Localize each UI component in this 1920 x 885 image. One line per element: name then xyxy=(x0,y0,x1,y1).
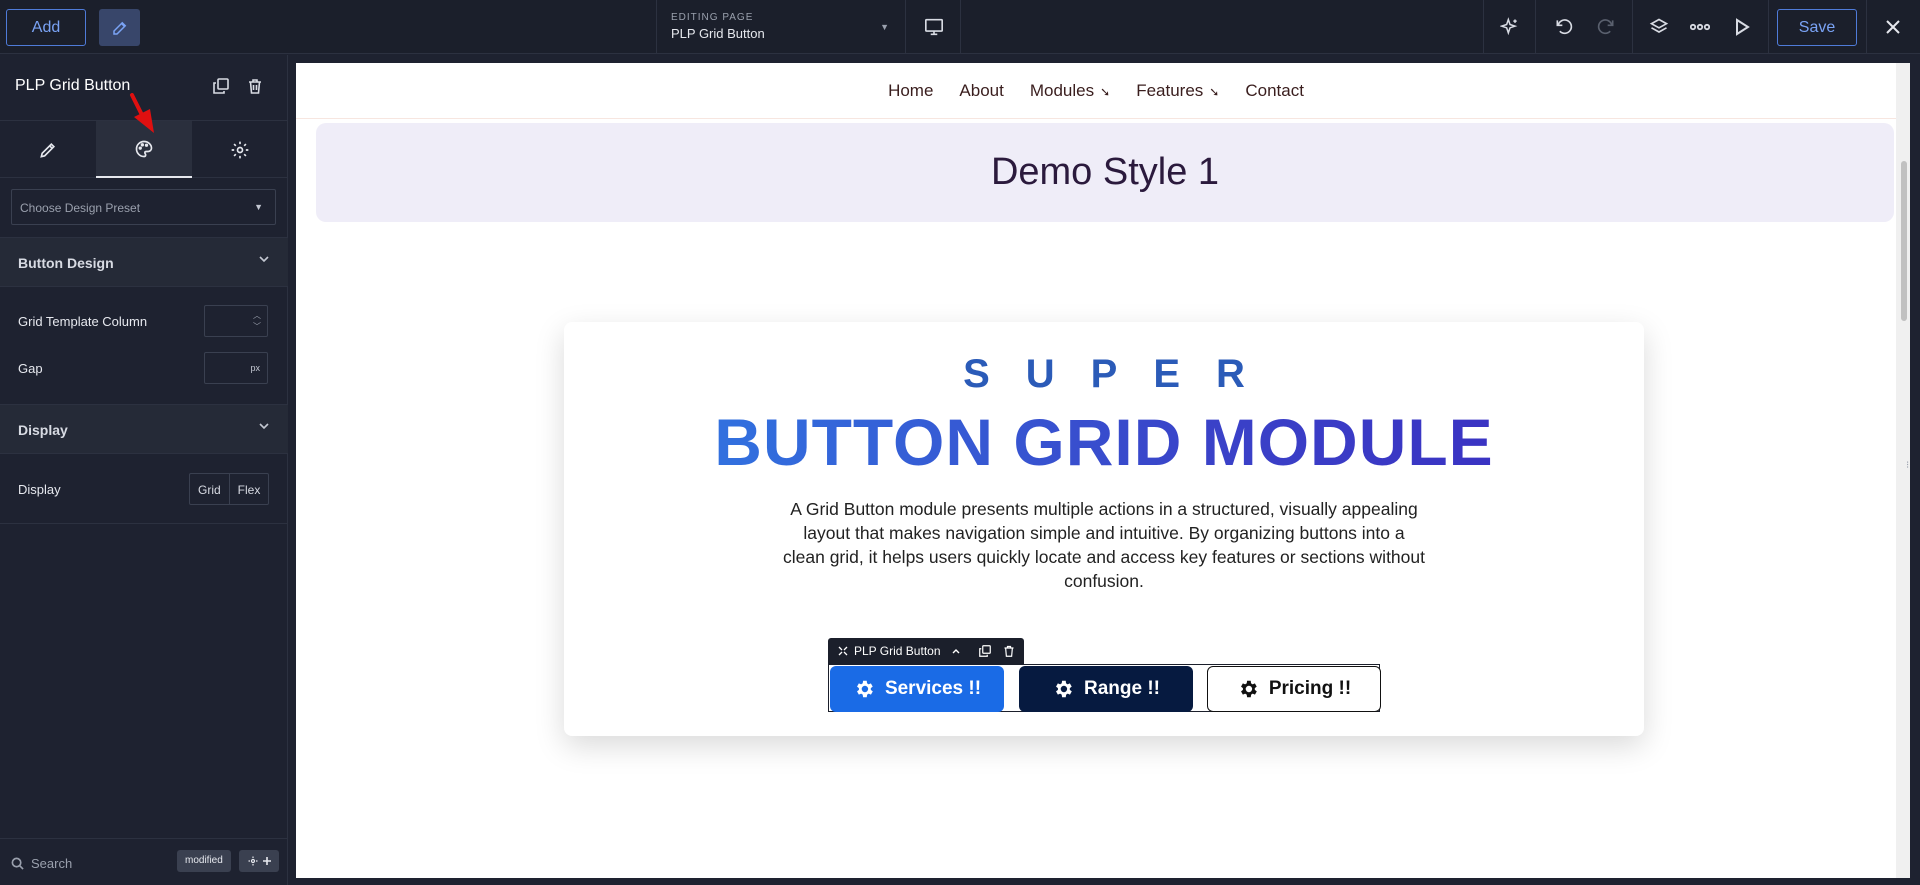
page-selector[interactable]: EDITING PAGE PLP Grid Button ▼ xyxy=(656,0,906,54)
arrow-down-right-icon: ➘ xyxy=(1100,84,1111,99)
plus-icon xyxy=(262,857,271,865)
display-label: Display xyxy=(18,482,61,497)
caret-down-icon: ▼ xyxy=(880,22,889,32)
display-option-flex[interactable]: Flex xyxy=(228,474,269,504)
pricing-button[interactable]: Pricing !! xyxy=(1207,666,1381,712)
module-toolbar[interactable]: PLP Grid Button xyxy=(828,638,1024,664)
duplicate-element-button[interactable] xyxy=(210,75,232,97)
page-name: PLP Grid Button xyxy=(671,26,765,41)
scrollbar-thumb[interactable] xyxy=(1901,161,1907,321)
top-toolbar: Add EDITING PAGE PLP Grid Button ▼ Save xyxy=(0,0,1920,54)
preset-placeholder: Choose Design Preset xyxy=(20,201,141,215)
close-icon xyxy=(1886,20,1900,34)
copy-icon xyxy=(213,78,229,94)
tab-content[interactable] xyxy=(0,121,96,178)
editing-page-label: EDITING PAGE xyxy=(671,12,754,23)
redo-icon xyxy=(1597,19,1614,35)
section-display[interactable]: Display xyxy=(0,404,288,454)
services-label: Services !! xyxy=(884,678,982,699)
nav-about[interactable]: About xyxy=(959,81,1003,101)
caret-down-icon: ▼ xyxy=(254,202,263,212)
demo-style-banner: Demo Style 1 xyxy=(316,123,1894,222)
delete-element-button[interactable] xyxy=(244,75,266,97)
add-button[interactable]: Add xyxy=(6,9,86,46)
design-preset-select[interactable]: Choose Design Preset ▼ xyxy=(11,189,276,225)
search-input[interactable]: Search xyxy=(31,856,72,871)
gap-label: Gap xyxy=(18,361,43,376)
module-tag-label: PLP Grid Button xyxy=(854,644,941,658)
main-heading: BUTTON GRID MODULE xyxy=(564,404,1644,480)
trash-icon xyxy=(249,79,261,94)
grid-template-column-input[interactable]: ︿ ﹀ xyxy=(204,305,268,337)
play-icon xyxy=(1736,18,1750,36)
module-description: A Grid Button module presents multiple a… xyxy=(783,499,1425,591)
demo-title: Demo Style 1 xyxy=(990,151,1220,193)
divider xyxy=(0,523,288,524)
gap-unit[interactable]: px xyxy=(250,363,260,373)
display-option-grid[interactable]: Grid xyxy=(190,474,229,504)
gear-icon xyxy=(1240,680,1257,698)
sparkle-icon xyxy=(1500,17,1518,36)
gear-icon xyxy=(231,141,249,158)
tab-advanced[interactable] xyxy=(192,121,288,178)
preview-button[interactable] xyxy=(1722,0,1762,54)
palette-icon xyxy=(135,140,153,157)
chevron-down-icon xyxy=(259,256,269,263)
chevron-up-icon[interactable] xyxy=(951,646,961,656)
more-options-button[interactable] xyxy=(1680,0,1720,54)
edit-icon xyxy=(112,21,126,35)
desktop-icon xyxy=(924,18,943,36)
modified-filter-badge[interactable]: modified xyxy=(177,850,231,872)
range-button[interactable]: Range !! xyxy=(1019,666,1193,712)
nav-contact[interactable]: Contact xyxy=(1245,81,1304,101)
stepper-icon[interactable]: ︿ ﹀ xyxy=(253,310,261,332)
chevron-down-icon xyxy=(259,423,269,430)
annotation-arrow-icon xyxy=(130,93,154,133)
section-title: Display xyxy=(18,422,68,438)
ai-sparkle-button[interactable] xyxy=(1490,0,1530,54)
nav-modules-label: Modules xyxy=(1029,80,1095,100)
grid-template-column-label: Grid Template Column xyxy=(18,314,148,329)
redo-button[interactable] xyxy=(1586,0,1626,54)
button-grid: Services !! Range !! Pricing !! xyxy=(828,664,1381,712)
nav-features[interactable]: Features ➘ xyxy=(1136,81,1219,101)
page-canvas[interactable]: Home About Modules ➘ Features ➘ Contact De… xyxy=(296,63,1910,878)
nav-features-label: Features xyxy=(1136,80,1204,100)
gear-icon xyxy=(856,680,873,698)
gear-icon xyxy=(248,856,257,866)
save-button[interactable]: Save xyxy=(1777,9,1857,46)
more-dots-icon xyxy=(1690,23,1710,31)
undo-icon xyxy=(1556,19,1573,35)
button-grid-card: SUPER BUTTON GRID MODULE A Grid Button m… xyxy=(564,322,1644,736)
display-toggle: Grid Flex xyxy=(189,473,270,505)
range-label: Range !! xyxy=(1084,678,1160,699)
move-icon[interactable] xyxy=(838,646,848,656)
nav-modules[interactable]: Modules ➘ xyxy=(1030,81,1110,101)
pencil-icon xyxy=(40,142,56,158)
gap-input[interactable]: px xyxy=(204,352,268,384)
add-setting-button[interactable] xyxy=(239,850,279,872)
edit-mode-button[interactable] xyxy=(99,9,140,46)
device-preview-button[interactable] xyxy=(907,0,961,54)
super-heading: SUPER xyxy=(963,352,1281,396)
section-button-design[interactable]: Button Design xyxy=(0,237,288,287)
services-button[interactable]: Services !! xyxy=(830,666,1004,712)
copy-icon[interactable] xyxy=(978,645,991,657)
undo-button[interactable] xyxy=(1544,0,1584,54)
site-navigation: Home About Modules ➘ Features ➘ Contact xyxy=(296,63,1896,119)
resize-handle-icon[interactable]: ⁝ xyxy=(1906,460,1909,471)
element-title: PLP Grid Button xyxy=(15,77,131,94)
trash-icon[interactable] xyxy=(1003,645,1015,657)
sidebar-footer: Search modified xyxy=(0,838,288,885)
pricing-label: Pricing !! xyxy=(1268,678,1352,699)
settings-sidebar: PLP Grid Button Choose Design Preset ▼ B… xyxy=(0,55,288,885)
section-title: Button Design xyxy=(18,255,114,271)
layers-icon xyxy=(1649,18,1669,33)
gear-icon xyxy=(1056,680,1072,698)
arrow-down-right-icon: ➘ xyxy=(1209,84,1220,99)
layers-button[interactable] xyxy=(1639,0,1679,54)
search-icon xyxy=(11,857,24,870)
close-editor-button[interactable] xyxy=(1873,0,1913,54)
nav-home[interactable]: Home xyxy=(888,81,933,101)
